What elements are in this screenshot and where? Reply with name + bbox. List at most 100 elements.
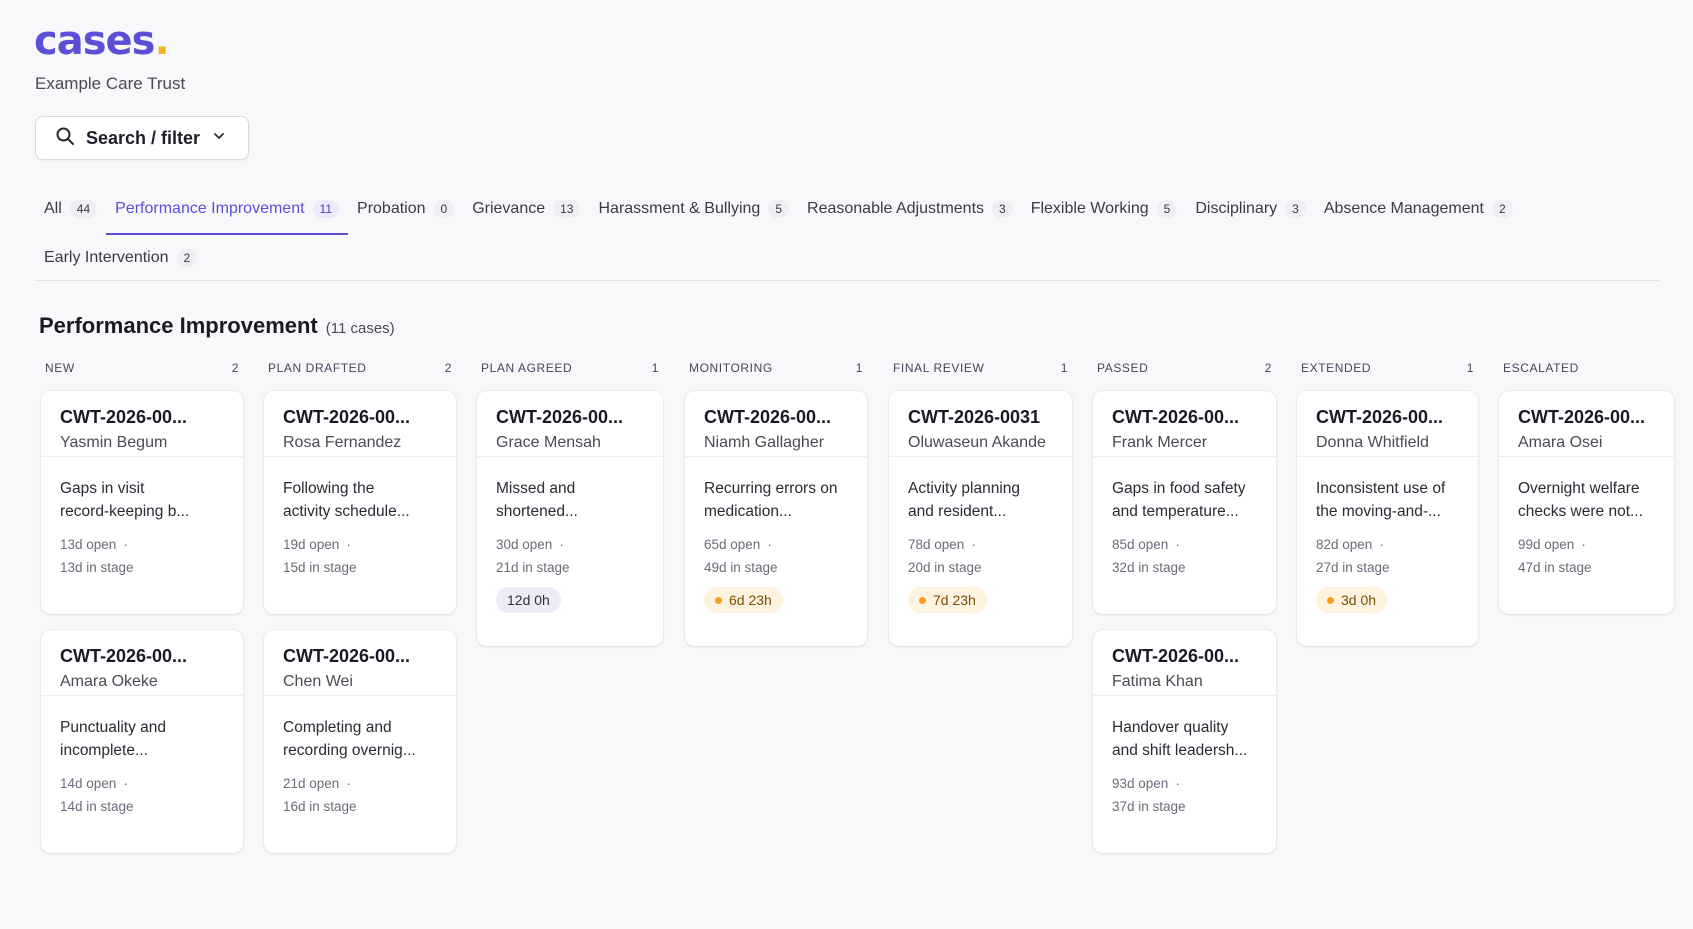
- case-type-tabs: All 44 Performance Improvement 11 Probation 0…: [35, 189, 1522, 235]
- days-open-row: 99d open ·: [1518, 533, 1655, 556]
- case-summary-line-1: Following the: [283, 480, 375, 497]
- employee-name: Oluwaseun Akande: [908, 434, 1046, 451]
- column-header: PLAN DRAFTED 2: [264, 358, 456, 378]
- section-case-count: (11 cases): [325, 320, 395, 337]
- case-summary: Punctuality and incomplete...: [60, 716, 224, 762]
- case-card[interactable]: CWT-2026-00... Donna Whitfield Inconsisten…: [1297, 391, 1478, 646]
- tab-grievance[interactable]: Grievance 13: [463, 189, 589, 229]
- days-in-stage: 32d in stage: [1112, 560, 1186, 575]
- employee-name: Grace Mensah: [496, 434, 601, 451]
- days-open: 13d open: [60, 537, 117, 552]
- case-summary: Inconsistent use of the moving-and-...: [1316, 477, 1459, 523]
- column-title: EXTENDED: [1301, 361, 1372, 375]
- days-open-row: 82d open ·: [1316, 533, 1459, 556]
- case-card-header: CWT-2026-00... Fatima Khan: [1093, 630, 1276, 696]
- case-card-body: Punctuality and incomplete... 14d open · 14d…: [41, 696, 243, 818]
- case-summary-line-1: Inconsistent use of: [1316, 480, 1446, 497]
- column-header: NEW 2: [41, 358, 243, 378]
- column-title: PASSED: [1097, 361, 1149, 375]
- case-summary-line-1: Completing and: [283, 719, 392, 736]
- case-reference: CWT-2026-00...: [496, 407, 624, 427]
- column-header: PASSED 2: [1093, 358, 1276, 378]
- days-open-row: 93d open ·: [1112, 772, 1257, 795]
- case-summary-line-2: record-keeping b...: [60, 503, 190, 520]
- tab-flexible-working[interactable]: Flexible Working 5: [1022, 189, 1187, 229]
- case-summary: Overnight welfare checks were not...: [1518, 477, 1655, 523]
- tab-label: Reasonable Adjustments: [807, 200, 985, 217]
- tab-count-badge: 5: [1156, 200, 1178, 218]
- column-count: 2: [231, 361, 239, 375]
- case-card[interactable]: CWT-2026-0031 Oluwaseun Akande Activity pl…: [889, 391, 1072, 646]
- days-in-stage: 47d in stage: [1518, 560, 1592, 575]
- case-reference: CWT-2026-00...: [704, 407, 832, 427]
- case-summary-line-1: Overnight welfare: [1518, 480, 1640, 497]
- sla-timer-badge: 12d 0h: [496, 587, 561, 613]
- tab-label: Early Intervention: [44, 249, 169, 266]
- case-timing: 19d open · 15d in stage: [283, 533, 437, 579]
- employee-name: Amara Osei: [1518, 434, 1603, 451]
- warning-dot-icon: [919, 596, 926, 604]
- tab-label: Flexible Working: [1030, 200, 1149, 217]
- days-open-row: 65d open ·: [704, 533, 848, 556]
- case-summary: Gaps in food safety and temperature...: [1112, 477, 1257, 523]
- case-card[interactable]: CWT-2026-00... Niamh Gallagher Recurring e…: [685, 391, 867, 646]
- case-summary-line-2: checks were not...: [1518, 503, 1643, 520]
- tab-absence-management[interactable]: Absence Management 2: [1315, 189, 1522, 229]
- case-card[interactable]: CWT-2026-00... Grace Mensah Missed and shor…: [477, 391, 663, 646]
- separator-dot: ·: [1581, 537, 1586, 552]
- tab-label: Probation: [357, 200, 426, 217]
- days-in-stage: 15d in stage: [283, 560, 357, 575]
- case-timing: 82d open · 27d in stage: [1316, 533, 1459, 579]
- sla-timer-badge: 6d 23h: [704, 587, 783, 613]
- separator-dot: ·: [971, 537, 976, 552]
- case-card-body: Completing and recording overnig... 21d op…: [264, 696, 456, 818]
- case-summary-line-1: Recurring errors on: [704, 480, 838, 497]
- case-reference: CWT-2026-00...: [1112, 407, 1240, 427]
- tab-disciplinary[interactable]: Disciplinary 3: [1186, 189, 1314, 229]
- column-count: 1: [651, 361, 659, 375]
- search-filter-button[interactable]: Search / filter: [35, 116, 249, 160]
- case-card[interactable]: CWT-2026-00... Amara Okeke Punctuality and…: [41, 630, 243, 853]
- separator-dot: ·: [123, 537, 128, 552]
- sla-timer-badge: 7d 23h: [908, 587, 987, 613]
- case-card[interactable]: CWT-2026-00... Rosa Fernandez Following th…: [264, 391, 456, 614]
- case-card[interactable]: CWT-2026-00... Amara Osei Overnight welfar…: [1499, 391, 1674, 614]
- case-card[interactable]: CWT-2026-00... Frank Mercer Gaps in food s…: [1093, 391, 1276, 614]
- case-reference: CWT-2026-00...: [283, 407, 411, 427]
- case-card-body: Recurring errors on medication... 65d open…: [685, 457, 867, 613]
- case-timing: 13d open · 13d in stage: [60, 533, 224, 579]
- case-card[interactable]: CWT-2026-00... Chen Wei Completing and reco…: [264, 630, 456, 853]
- case-card[interactable]: CWT-2026-00... Fatima Khan Handover qualit…: [1093, 630, 1276, 853]
- days-open: 93d open: [1112, 776, 1169, 791]
- days-open-row: 19d open ·: [283, 533, 437, 556]
- separator-dot: ·: [1175, 776, 1180, 791]
- tab-count-badge: 13: [553, 200, 581, 218]
- days-open: 21d open: [283, 776, 340, 791]
- case-card-header: CWT-2026-00... Chen Wei: [264, 630, 456, 696]
- case-summary-line-2: and resident...: [908, 503, 1007, 520]
- case-timing: 65d open · 49d in stage: [704, 533, 848, 579]
- column-title: ESCALATED: [1503, 361, 1579, 375]
- board-column: PLAN AGREED 1 CWT-2026-00... Grace Mensah Mi…: [477, 358, 663, 646]
- column-header: PLAN AGREED 1: [477, 358, 663, 378]
- case-card-body: Following the activity schedule... 19d ope…: [264, 457, 456, 579]
- tab-reasonable-adjustments[interactable]: Reasonable Adjustments 3: [798, 189, 1022, 229]
- employee-name: Niamh Gallagher: [704, 434, 825, 451]
- case-timing: 21d open · 16d in stage: [283, 772, 437, 818]
- case-reference: CWT-2026-0031: [908, 407, 1041, 427]
- case-card-header: CWT-2026-0031 Oluwaseun Akande: [889, 391, 1072, 457]
- case-reference: CWT-2026-00...: [60, 646, 188, 666]
- column-count: 2: [444, 361, 452, 375]
- case-reference: CWT-2026-00...: [1316, 407, 1444, 427]
- days-in-stage: 13d in stage: [60, 560, 134, 575]
- tab-early-intervention[interactable]: Early Intervention 2: [35, 238, 206, 278]
- case-card[interactable]: CWT-2026-00... Yasmin Begum Gaps in visit r…: [41, 391, 243, 614]
- tab-label: Absence Management: [1323, 200, 1484, 217]
- tab-harassment-bullying[interactable]: Harassment & Bullying 5: [589, 189, 798, 229]
- tab-performance-improvement[interactable]: Performance Improvement 11: [106, 189, 348, 235]
- tab-probation[interactable]: Probation 0: [348, 189, 463, 229]
- days-open: 19d open: [283, 537, 340, 552]
- days-open: 85d open: [1112, 537, 1169, 552]
- tab-all[interactable]: All 44: [35, 189, 106, 229]
- case-summary-line-2: shortened...: [496, 503, 578, 520]
